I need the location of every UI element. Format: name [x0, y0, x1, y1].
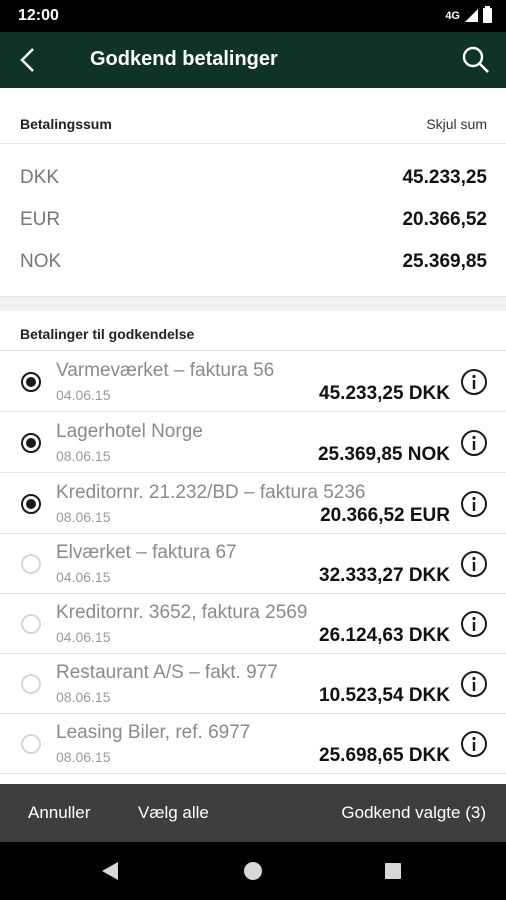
payment-row[interactable]: Elværket – faktura 67 04.06.15 32.333,27… — [0, 534, 506, 594]
info-icon — [461, 671, 487, 697]
payment-amount: 25.698,65 DKK — [319, 745, 450, 766]
payment-amount: 32.333,27 DKK — [319, 565, 450, 586]
payments-heading: Betalinger til godkendelse — [20, 326, 195, 342]
search-button[interactable] — [460, 44, 492, 76]
chevron-left-icon — [20, 48, 34, 72]
select-radio[interactable] — [21, 494, 41, 514]
payment-amount: 26.124,63 DKK — [319, 625, 450, 646]
payment-date: 04.06.15 — [56, 387, 111, 403]
payment-row[interactable]: Kreditornr. 21.232/BD – faktura 5236 08.… — [0, 474, 506, 534]
summary-heading: Betalingssum — [20, 116, 112, 132]
info-icon — [461, 611, 487, 637]
select-radio[interactable] — [21, 372, 41, 392]
payment-name: Leasing Biler, ref. 6977 — [56, 722, 251, 743]
approve-selected-button[interactable]: Godkend valgte (3) — [341, 803, 486, 823]
info-button[interactable] — [460, 368, 488, 396]
signal-icon — [465, 9, 478, 22]
nav-home-icon[interactable] — [244, 862, 262, 880]
payment-date: 08.06.15 — [56, 689, 111, 705]
search-icon — [462, 46, 489, 73]
select-radio[interactable] — [21, 433, 41, 453]
section-divider — [0, 296, 506, 312]
nav-back-icon[interactable] — [102, 862, 118, 880]
nav-recents-icon[interactable] — [385, 863, 401, 879]
info-button[interactable] — [460, 670, 488, 698]
summary-currency: NOK — [20, 251, 62, 272]
info-icon — [461, 369, 487, 395]
select-all-button[interactable]: Vælg alle — [138, 803, 209, 823]
payment-row[interactable]: Restaurant A/S – fakt. 977 08.06.15 10.5… — [0, 654, 506, 714]
cancel-button[interactable]: Annuller — [28, 803, 90, 823]
summary-amount: 20.366,52 — [402, 209, 487, 230]
network-label: 4G — [445, 9, 460, 22]
summary-amount: 25.369,85 — [402, 251, 487, 272]
info-button[interactable] — [460, 730, 488, 758]
summary-currency: EUR — [20, 209, 61, 230]
payment-date: 04.06.15 — [56, 629, 111, 645]
payment-name: Lagerhotel Norge — [56, 421, 203, 442]
app-bar: Godkend betalinger — [0, 32, 506, 88]
info-icon — [461, 551, 487, 577]
summary-row: EUR 20.366,52 — [0, 200, 506, 242]
payment-date: 08.06.15 — [56, 509, 111, 525]
payment-amount: 25.369,85 NOK — [317, 444, 450, 465]
payment-row[interactable]: Varmeværket – faktura 56 04.06.15 45.233… — [0, 352, 506, 412]
page-title: Godkend betalinger — [90, 48, 278, 70]
select-radio[interactable] — [21, 734, 41, 754]
select-radio[interactable] — [21, 614, 41, 634]
hide-sum-link[interactable]: Skjul sum — [426, 116, 487, 132]
info-icon — [461, 731, 487, 757]
summary-currency: DKK — [20, 167, 60, 188]
info-icon — [461, 430, 487, 456]
payment-name: Kreditornr. 3652, faktura 2569 — [56, 602, 308, 623]
select-radio[interactable] — [21, 554, 41, 574]
payment-name: Kreditornr. 21.232/BD – faktura 5236 — [56, 482, 366, 503]
payment-row[interactable]: Lagerhotel Norge 08.06.15 25.369,85 NOK — [0, 413, 506, 473]
select-radio[interactable] — [21, 674, 41, 694]
payment-amount: 45.233,25 DKK — [319, 383, 450, 404]
system-nav-bar — [0, 842, 506, 900]
status-bar: 12:00 4G — [0, 0, 506, 32]
status-time: 12:00 — [18, 7, 59, 24]
summary-row: DKK 45.233,25 — [0, 158, 506, 200]
summary-header: Betalingssum Skjul sum — [0, 100, 506, 144]
summary-amount: 45.233,25 — [402, 167, 487, 188]
info-button[interactable] — [460, 429, 488, 457]
back-button[interactable] — [18, 44, 54, 76]
battery-icon — [483, 6, 492, 23]
payment-name: Varmeværket – faktura 56 — [56, 360, 275, 381]
status-icons: 4G — [445, 6, 492, 23]
info-button[interactable] — [460, 610, 488, 638]
payment-date: 04.06.15 — [56, 569, 111, 585]
payment-date: 08.06.15 — [56, 448, 111, 464]
payment-name: Elværket – faktura 67 — [56, 542, 237, 563]
payment-amount: 20.366,52 EUR — [320, 505, 450, 526]
action-bar: Annuller Vælg alle Godkend valgte (3) — [0, 784, 506, 842]
payment-row[interactable]: Kreditornr. 3652, faktura 2569 04.06.15 … — [0, 594, 506, 654]
payment-name: Restaurant A/S – fakt. 977 — [56, 662, 278, 683]
payment-amount: 10.523,54 DKK — [319, 685, 450, 706]
info-icon — [461, 491, 487, 517]
info-button[interactable] — [460, 550, 488, 578]
payment-row[interactable]: Leasing Biler, ref. 6977 08.06.15 25.698… — [0, 714, 506, 774]
info-button[interactable] — [460, 490, 488, 518]
payment-date: 08.06.15 — [56, 749, 111, 765]
payments-header: Betalinger til godkendelse — [0, 311, 506, 351]
summary-row: NOK 25.369,85 — [0, 242, 506, 284]
